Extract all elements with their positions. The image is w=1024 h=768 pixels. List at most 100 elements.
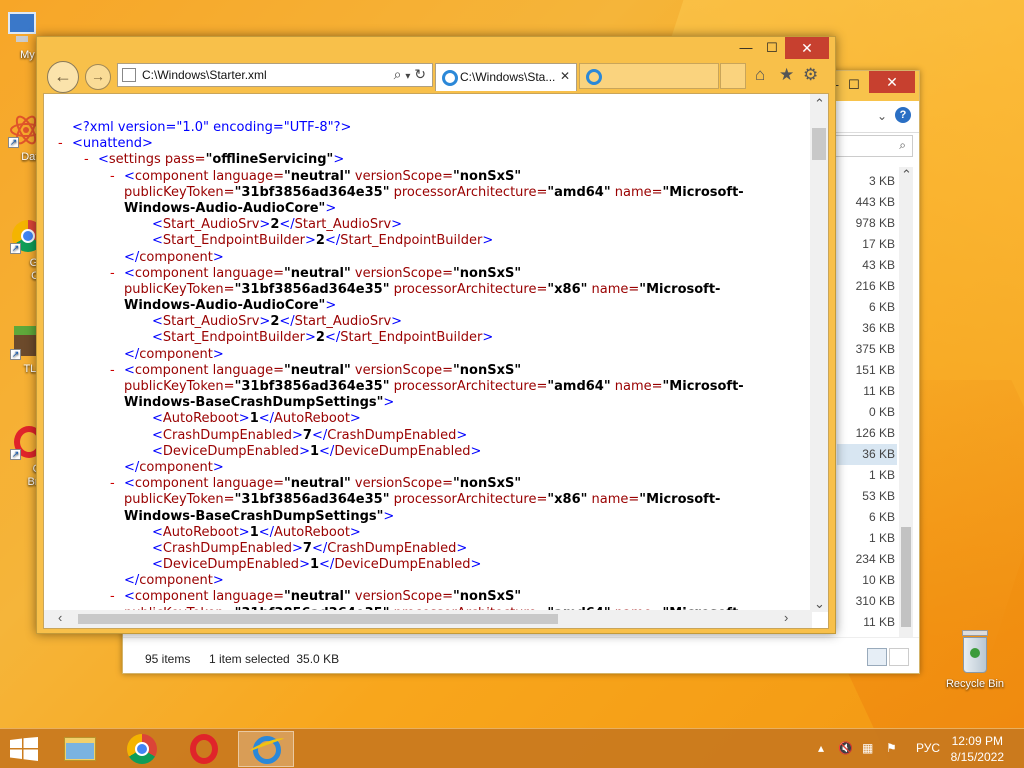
explorer-status-bar: 95 items 1 item selected 35.0 KB xyxy=(123,637,919,673)
address-input[interactable]: C:\Windows\Starter.xml xyxy=(142,68,267,82)
file-size-cell[interactable]: 6 KB xyxy=(837,507,897,528)
scroll-right-arrow[interactable]: › xyxy=(784,610,788,625)
file-size-cell[interactable]: 375 KB xyxy=(837,339,897,360)
search-icon[interactable]: ⌕ xyxy=(394,66,402,82)
file-size-cell[interactable]: 53 KB xyxy=(837,486,897,507)
scroll-up-arrow[interactable]: ⌃ xyxy=(814,96,825,112)
address-tools: ⌕ ▾ ↻ xyxy=(394,66,426,83)
address-bar[interactable]: C:\Windows\Starter.xml ⌕ ▾ ↻ xyxy=(117,63,433,87)
shortcut-arrow-icon: ↗ xyxy=(10,349,21,360)
scroll-up-arrow[interactable]: ⌃ xyxy=(901,167,912,183)
collapse-toggle[interactable]: - xyxy=(110,266,115,282)
collapse-toggle[interactable]: - xyxy=(110,169,115,185)
windows-start-button[interactable] xyxy=(10,737,38,761)
file-size-cell[interactable]: 3 KB xyxy=(837,171,897,192)
file-size-cell[interactable]: 1 KB xyxy=(837,528,897,549)
recycle-bin-label: Recycle Bin xyxy=(945,678,1005,690)
xml-line: Windows-BaseCrashDumpSettings"> xyxy=(124,395,395,411)
favorites-star-icon[interactable]: ★ xyxy=(779,65,794,85)
file-size-cell[interactable]: 1 KB xyxy=(837,465,897,486)
minimize-button[interactable]: — xyxy=(733,37,759,59)
gear-icon[interactable]: ⚙ xyxy=(803,65,818,85)
network-icon[interactable]: ▦ xyxy=(862,741,873,755)
tab-starter-xml[interactable]: C:\Windows\Sta... ✕ xyxy=(435,63,577,91)
close-button[interactable]: ✕ xyxy=(869,71,915,93)
taskbar-file-explorer[interactable] xyxy=(52,731,108,767)
scrollbar-thumb[interactable] xyxy=(901,527,911,627)
show-hidden-icons-icon[interactable]: ▴ xyxy=(818,741,824,755)
chevron-down-icon[interactable]: ⌄ xyxy=(877,109,887,123)
volume-muted-icon[interactable]: 🔇 xyxy=(838,741,853,755)
file-size-cell[interactable]: 17 KB xyxy=(837,234,897,255)
help-icon[interactable]: ? xyxy=(895,107,911,123)
item-count: 95 items xyxy=(145,652,191,666)
xml-line: publicKeyToken="31bf3856ad364e35" proces… xyxy=(124,184,744,200)
scrollbar-thumb[interactable] xyxy=(812,128,826,160)
tab-title: C:\Windows\Sta... xyxy=(460,70,556,84)
xml-line: </component> xyxy=(124,346,224,362)
xml-line: Windows-Audio-AudioCore"> xyxy=(124,298,337,314)
file-size-cell[interactable]: 43 KB xyxy=(837,255,897,276)
explorer-scrollbar[interactable]: ⌃ ⌄ xyxy=(899,167,913,645)
xml-line: </component> xyxy=(124,573,224,589)
action-center-icon[interactable]: ⚑ xyxy=(886,741,897,755)
details-view-button[interactable] xyxy=(867,648,887,666)
large-icons-view-button[interactable] xyxy=(889,648,909,666)
file-size-cell[interactable]: 978 KB xyxy=(837,213,897,234)
xml-line: <AutoReboot>1</AutoReboot> xyxy=(152,524,361,540)
scroll-down-arrow[interactable]: ⌄ xyxy=(814,596,825,612)
home-icon[interactable]: ⌂ xyxy=(755,65,765,85)
opera-icon xyxy=(190,734,218,764)
explorer-search-input[interactable]: ⌕ xyxy=(835,135,913,157)
taskbar-chrome[interactable] xyxy=(114,731,170,767)
system-clock[interactable]: 12:09 PM 8/15/2022 xyxy=(951,733,1004,765)
collapse-toggle[interactable]: - xyxy=(58,136,63,152)
recycle-bin-icon xyxy=(960,630,990,674)
xml-line: <CrashDumpEnabled>7</CrashDumpEnabled> xyxy=(152,540,468,556)
file-size-cell[interactable]: 310 KB xyxy=(837,591,897,612)
maximize-button[interactable]: ☐ xyxy=(759,37,785,59)
collapse-toggle[interactable]: - xyxy=(110,363,115,379)
close-tab-icon[interactable]: ✕ xyxy=(560,69,570,83)
back-button[interactable]: ← xyxy=(47,61,79,93)
dropdown-arrow-icon[interactable]: ▾ xyxy=(405,71,410,82)
collapse-toggle[interactable]: - xyxy=(110,476,115,492)
new-tab-button[interactable] xyxy=(579,63,719,89)
file-size-cell[interactable]: 11 KB xyxy=(837,381,897,402)
collapse-toggle[interactable]: - xyxy=(84,152,89,168)
maximize-button[interactable]: ☐ xyxy=(841,75,867,95)
xml-line: Windows-Audio-AudioCore"> xyxy=(124,200,337,216)
horizontal-scrollbar[interactable]: ‹ › xyxy=(44,610,812,628)
page-icon xyxy=(122,68,136,82)
desktop-icon-recycle-bin[interactable]: Recycle Bin xyxy=(944,630,1006,690)
file-size-cell[interactable]: 10 KB xyxy=(837,570,897,591)
collapse-toggle[interactable]: - xyxy=(110,589,115,605)
taskbar-opera[interactable] xyxy=(176,731,232,767)
file-size-cell[interactable]: 443 KB xyxy=(837,192,897,213)
vertical-scrollbar[interactable]: ⌃ ⌄ xyxy=(810,94,828,612)
ie-logo-icon xyxy=(586,69,602,85)
close-button[interactable]: ✕ xyxy=(785,37,829,59)
file-size-cell[interactable]: 36 KB xyxy=(837,318,897,339)
file-size-cell[interactable]: 216 KB xyxy=(837,276,897,297)
refresh-icon[interactable]: ↻ xyxy=(414,66,426,82)
file-size-cell[interactable]: 151 KB xyxy=(837,360,897,381)
internet-explorer-window[interactable]: — ☐ ✕ ← → C:\Windows\Starter.xml ⌕ ▾ ↻ C:\… xyxy=(36,36,836,634)
scrollbar-thumb[interactable] xyxy=(78,614,558,624)
taskbar-internet-explorer[interactable] xyxy=(238,731,294,767)
file-size-cell[interactable]: 126 KB xyxy=(837,423,897,444)
input-language[interactable]: РУС xyxy=(916,741,940,755)
shortcut-arrow-icon: ↗ xyxy=(10,243,21,254)
xml-line: Windows-BaseCrashDumpSettings"> xyxy=(124,508,395,524)
xml-line: <AutoReboot>1</AutoReboot> xyxy=(152,411,361,427)
scroll-left-arrow[interactable]: ‹ xyxy=(58,610,62,625)
file-size-cell[interactable]: 11 KB xyxy=(837,612,897,633)
xml-line: </component> xyxy=(124,459,224,475)
xml-line: - <unattend> xyxy=(58,136,153,152)
file-size-cell[interactable]: 6 KB xyxy=(837,297,897,318)
forward-button[interactable]: → xyxy=(85,64,111,90)
file-size-cell[interactable]: 0 KB xyxy=(837,402,897,423)
xml-line: </component> xyxy=(124,249,224,265)
file-size-cell[interactable]: 36 KB xyxy=(837,444,897,465)
file-size-cell[interactable]: 234 KB xyxy=(837,549,897,570)
